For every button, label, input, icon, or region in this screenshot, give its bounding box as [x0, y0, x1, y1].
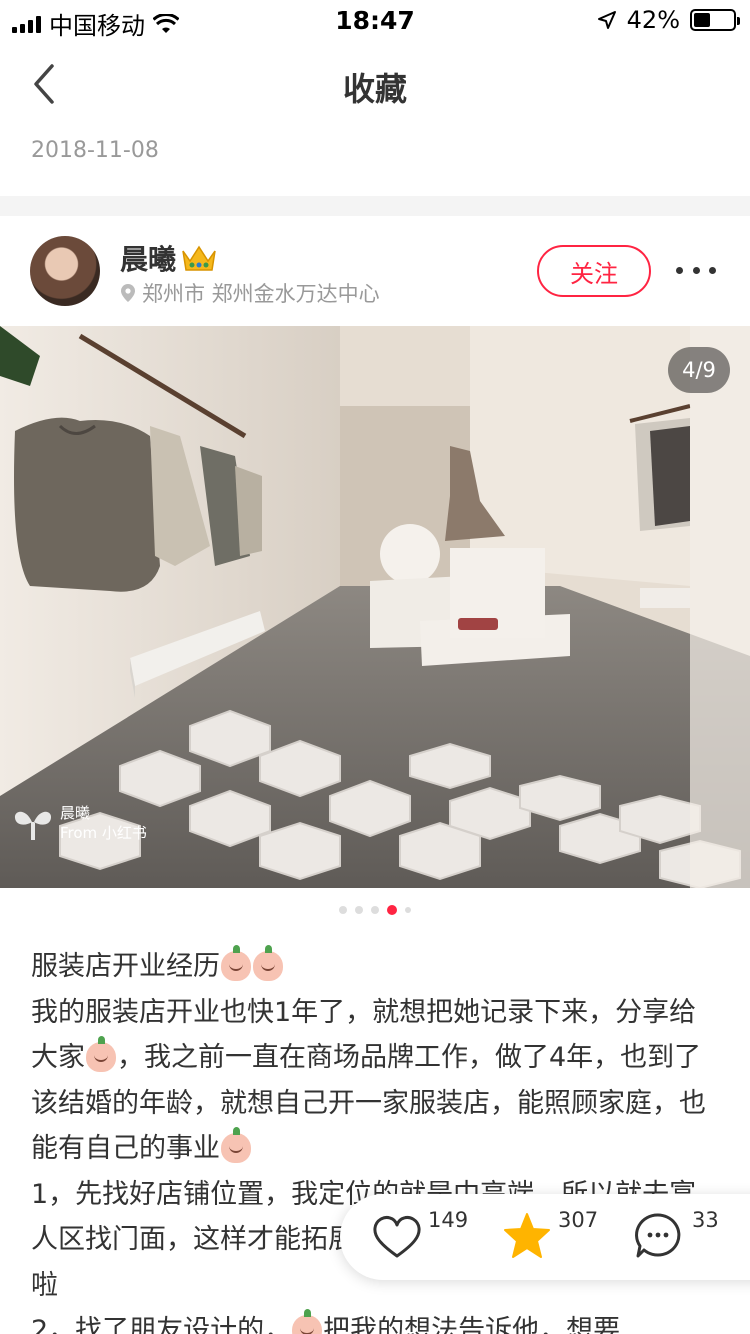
peach-emoji-icon	[86, 1036, 116, 1072]
star-icon	[504, 1213, 550, 1258]
pagination-dot	[355, 906, 363, 914]
xiaohongshu-logo-icon	[14, 811, 52, 840]
pagination-dot-active	[387, 905, 397, 915]
post-paragraph-1: 我的服装店开业也快1年了，就想把她记录下来，分享给大家 ，我之前一直在商场品牌工作…	[31, 990, 721, 1172]
peach-emoji-icon	[292, 1309, 323, 1334]
like-button[interactable]: 149	[372, 1194, 482, 1280]
post-paragraph-3: 2，找了朋友设计的， 把我的想法告诉他，想要	[31, 1308, 721, 1334]
location-pin-icon	[121, 284, 135, 302]
crown-icon	[182, 245, 216, 271]
image-counter: 4/9	[668, 347, 730, 393]
watermark-name: 晨曦	[60, 804, 91, 822]
collect-count: 307	[558, 1208, 599, 1232]
battery-icon	[690, 9, 740, 31]
pagination-dot	[339, 906, 347, 914]
location-arrow-icon	[597, 11, 616, 29]
post-text: 把我的想法告诉他，想要	[323, 1315, 621, 1334]
nav-bar: 收藏	[0, 40, 750, 128]
like-count: 149	[428, 1208, 469, 1232]
watermark-source: From 小红书	[60, 824, 147, 842]
pagination-dot	[405, 907, 411, 913]
battery-percent: 42%	[626, 6, 680, 34]
comment-button[interactable]: 33	[634, 1194, 744, 1280]
more-icon[interactable]	[676, 258, 716, 282]
page-title: 收藏	[342, 70, 407, 108]
pagination-dot	[371, 906, 379, 914]
previous-post-date: 2018-11-08	[31, 138, 159, 163]
avatar[interactable]	[30, 236, 100, 306]
location-text: 郑州市 郑州金水万达中心	[142, 282, 380, 306]
status-bar: 中国移动 18:47 42%	[0, 0, 750, 40]
comment-icon	[635, 1213, 681, 1258]
post-text: 2，找了朋友设计的，	[31, 1315, 292, 1334]
post-heading-text: 服装店开业经历	[31, 951, 220, 982]
peach-emoji-icon	[221, 1127, 251, 1163]
follow-button[interactable]: 关注	[537, 245, 651, 297]
comment-count: 33	[692, 1208, 719, 1232]
author-name: 晨曦	[120, 243, 177, 276]
post-text: ，我之前一直在商场品牌工作，做了4年，也到了该结婚的年龄，就想自己开一家服装店，…	[31, 1042, 706, 1164]
peach-emoji-icon	[253, 945, 283, 981]
heart-icon	[373, 1216, 421, 1258]
peach-emoji-icon	[221, 945, 251, 981]
section-divider	[0, 196, 750, 216]
engagement-bar: 149 307 33	[340, 1194, 750, 1280]
xiaohongshu-watermark: 晨曦 From 小红书	[12, 803, 147, 843]
gallery-pagination	[0, 905, 750, 915]
post-location[interactable]: 郑州市 郑州金水万达中心	[120, 278, 380, 308]
author-name-row[interactable]: 晨曦	[120, 238, 218, 278]
collect-button[interactable]: 307	[502, 1194, 612, 1280]
post-heading: 服装店开业经历	[31, 944, 721, 990]
